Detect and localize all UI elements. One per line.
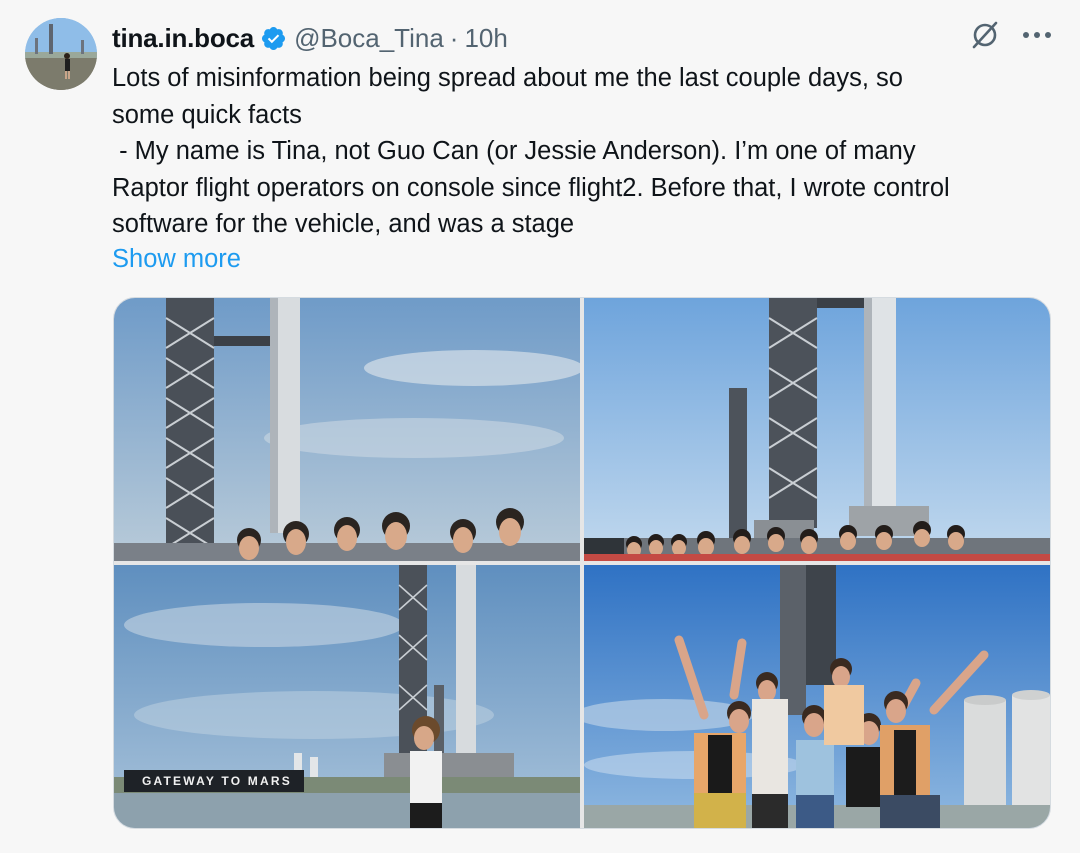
gateway-sign: GATEWAY TO MARS <box>124 770 304 792</box>
avatar[interactable] <box>25 18 97 90</box>
more-dots-icon[interactable] <box>1022 30 1052 40</box>
header-actions <box>970 20 1052 50</box>
separator-dot: · <box>449 22 459 53</box>
photo-1[interactable] <box>114 298 580 561</box>
handle[interactable]: @Boca_Tina <box>294 23 444 54</box>
photo-4[interactable] <box>584 565 1050 828</box>
photo-2[interactable] <box>584 298 1050 561</box>
tweet-header: tina.in.boca @Boca_Tina · 10h <box>112 18 508 58</box>
photo-3[interactable]: GATEWAY TO MARS <box>114 565 580 828</box>
timestamp[interactable]: 10h <box>464 23 507 54</box>
verified-badge-icon <box>262 26 286 50</box>
display-name[interactable]: tina.in.boca <box>112 23 254 54</box>
show-more-link[interactable]: Show more <box>112 241 241 277</box>
media-grid: GATEWAY TO MARS <box>113 297 1051 829</box>
slashed-circle-icon[interactable] <box>970 20 1000 50</box>
tweet-text: Lots of misinformation being spread abou… <box>112 64 950 238</box>
